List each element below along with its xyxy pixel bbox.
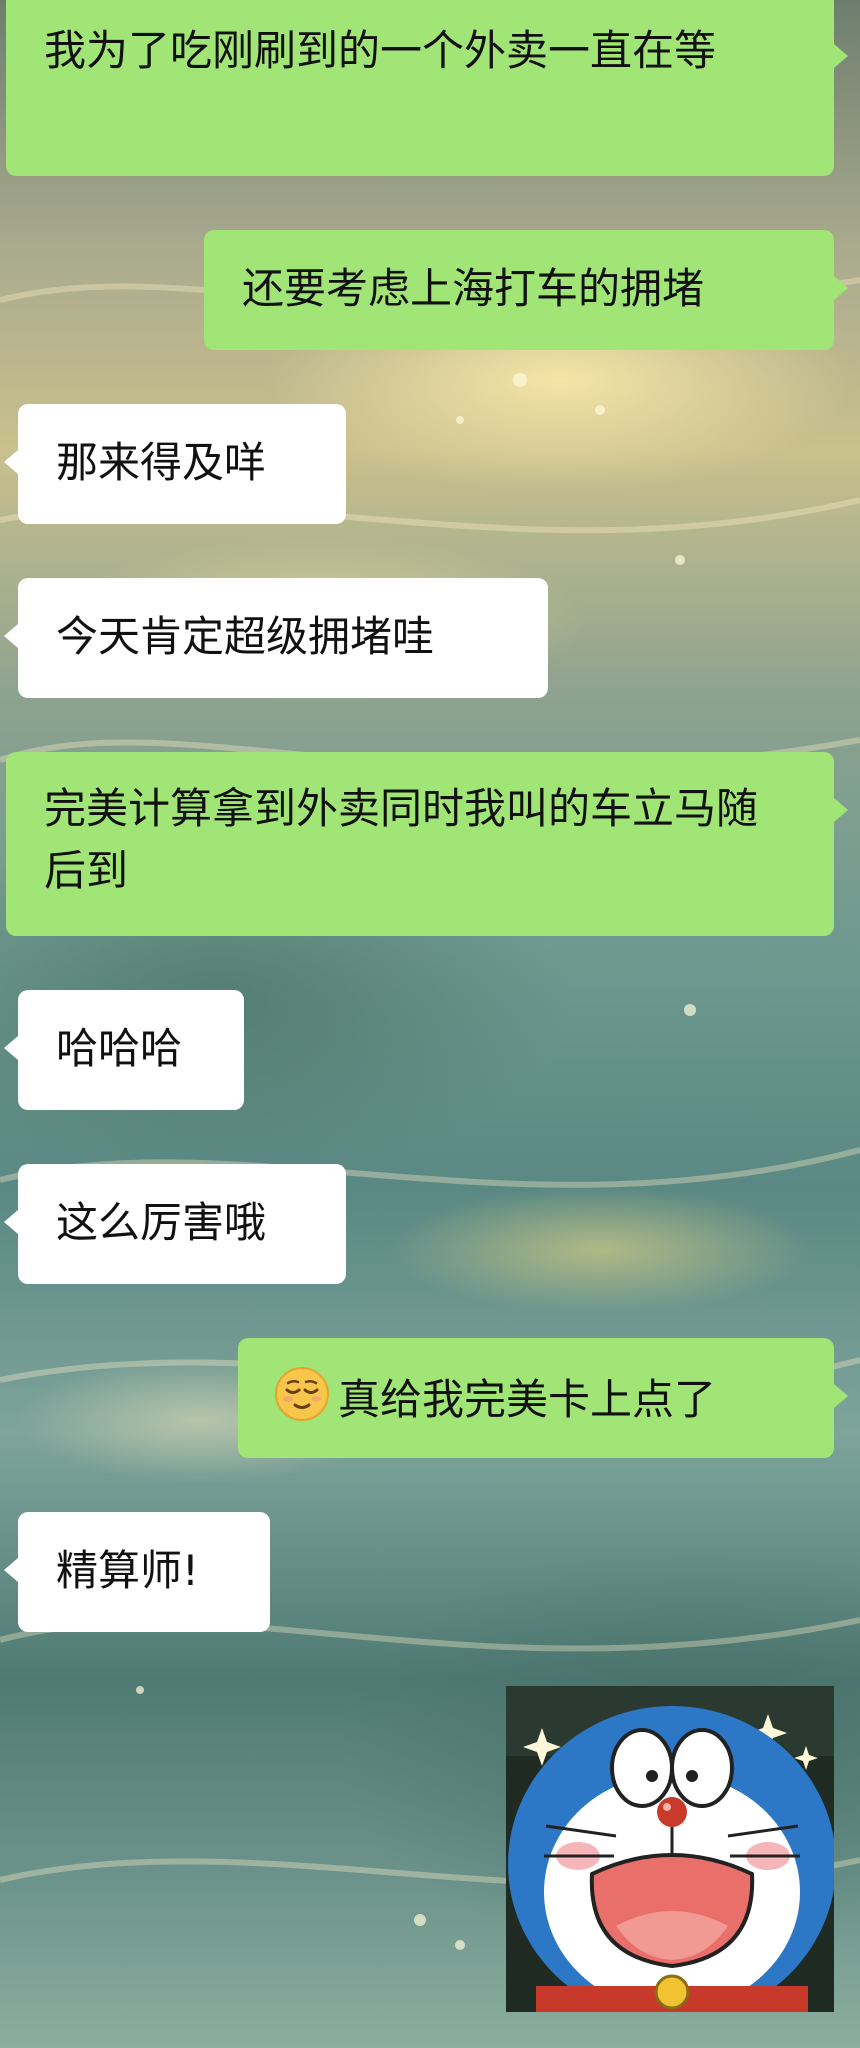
message-bubble-received[interactable]: 哈哈哈 xyxy=(18,990,244,1110)
bubble-tail xyxy=(4,1558,18,1582)
bubble-tail xyxy=(4,1210,18,1234)
bubble-tail xyxy=(834,798,848,822)
message-text: 哈哈哈 xyxy=(56,1024,183,1073)
message-bubble-received[interactable]: 那来得及咩 xyxy=(18,404,346,524)
message-text: 真给我完美卡上点了 xyxy=(338,1375,717,1424)
bubble-tail xyxy=(834,1384,848,1408)
message-bubble-sent[interactable]: 我为了吃刚刷到的一个外卖一直在等 xyxy=(6,0,834,176)
message-bubble-sent[interactable]: 完美计算拿到外卖同时我叫的车立马随后到 xyxy=(6,752,834,936)
bubble-tail xyxy=(4,450,18,474)
bubble-tail xyxy=(4,1036,18,1060)
relieved-face-icon xyxy=(275,1367,329,1421)
message-bubble-sent[interactable]: 真给我完美卡上点了 xyxy=(238,1338,834,1458)
message-text: 完美计算拿到外卖同时我叫的车立马随后到 xyxy=(44,784,759,895)
message-text: 那来得及咩 xyxy=(56,438,267,487)
message-bubble-received[interactable]: 精算师! xyxy=(18,1512,270,1632)
doraemon-sticker[interactable] xyxy=(506,1686,834,2012)
bubble-tail xyxy=(4,624,18,648)
message-text: 今天肯定超级拥堵哇 xyxy=(56,612,435,661)
message-text: 还要考虑上海打车的拥堵 xyxy=(242,264,705,313)
message-text: 这么厉害哦 xyxy=(56,1198,267,1247)
doraemon-sticker-image xyxy=(506,1686,834,2012)
bubble-tail xyxy=(834,276,848,300)
message-text: 精算师! xyxy=(56,1546,199,1595)
message-bubble-sent[interactable]: 还要考虑上海打车的拥堵 xyxy=(204,230,834,350)
message-text: 我为了吃刚刷到的一个外卖一直在等 xyxy=(44,26,717,75)
message-bubble-received[interactable]: 今天肯定超级拥堵哇 xyxy=(18,578,548,698)
message-bubble-received[interactable]: 这么厉害哦 xyxy=(18,1164,346,1284)
bubble-tail xyxy=(834,44,848,68)
